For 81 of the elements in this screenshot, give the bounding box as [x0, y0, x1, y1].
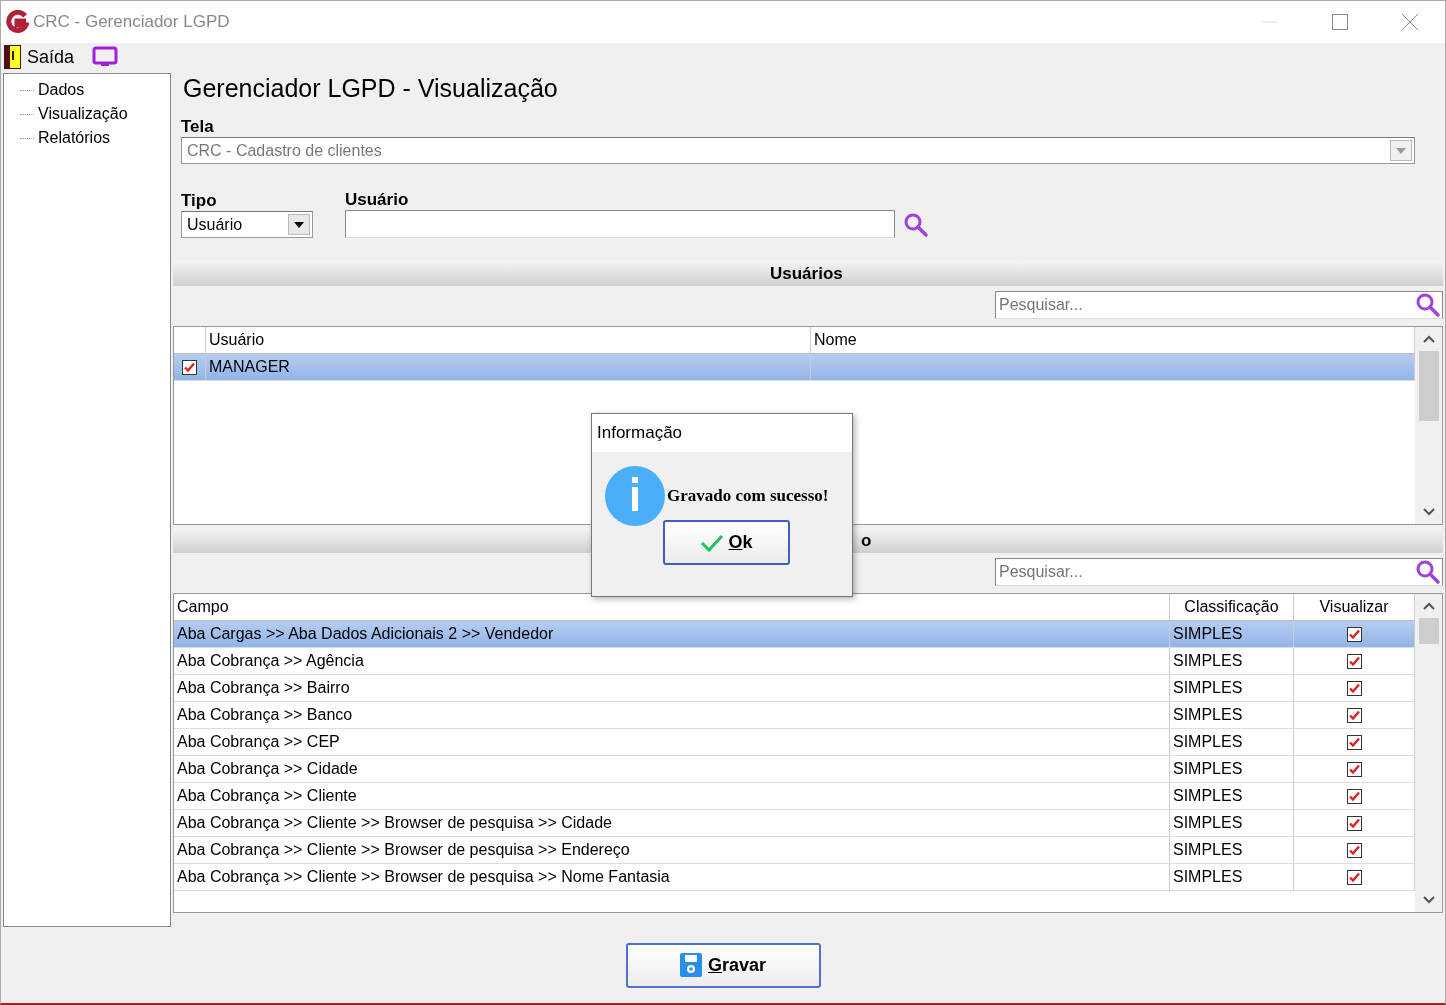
dialog-title: Informação	[592, 414, 852, 452]
field-label: Usuário	[345, 190, 410, 210]
search-field[interactable]: Pesquisar...	[995, 291, 1443, 319]
table-cell: SIMPLES	[1170, 675, 1294, 701]
table-row[interactable]: Aba Cobrança >> CEP SIMPLES	[174, 729, 1415, 756]
checkbox[interactable]	[1346, 707, 1362, 723]
checkbox[interactable]	[1346, 680, 1362, 696]
caret-icon	[1396, 147, 1406, 154]
search-field[interactable]: Pesquisar...	[995, 558, 1443, 586]
checkbox[interactable]	[1346, 734, 1362, 750]
checkbox[interactable]	[1346, 761, 1362, 777]
scroll-down-icon[interactable]	[1422, 508, 1435, 516]
dialog-message: Gravado com sucesso!	[667, 485, 829, 508]
checkbox[interactable]	[1346, 842, 1362, 858]
table-cell: Aba Cobrança >> Cliente >> Browser de pesquisa >> Cidade	[174, 810, 1170, 836]
checkbox[interactable]	[1346, 653, 1362, 669]
page-heading: Gerenciador LGPD - Visualização	[183, 73, 559, 103]
ok-button[interactable]: Ok	[663, 520, 790, 565]
table-row[interactable]: Aba Cobrança >> Agência SIMPLES	[174, 648, 1415, 675]
table-row[interactable]: Aba Cobrança >> Cliente SIMPLES	[174, 783, 1415, 810]
table-cell: Aba Cobrança >> Bairro	[174, 675, 1170, 701]
table-cell: SIMPLES	[1170, 729, 1294, 755]
tree-item[interactable]: Visualização	[20, 102, 128, 126]
close-icon[interactable]	[1402, 14, 1418, 30]
input-field[interactable]	[345, 210, 895, 238]
checkmark-icon	[700, 533, 725, 552]
table-cell: SIMPLES	[1170, 702, 1294, 728]
table-row[interactable]: Aba Cobrança >> Cliente >> Browser de pesquisa >> Cidade SIMPLES	[174, 810, 1415, 837]
table-cell: Aba Cobrança >> Agência	[174, 648, 1170, 674]
caret-icon	[294, 221, 304, 228]
table-row[interactable]: Aba Cobrança >> Cliente >> Browser de pesquisa >> Endereço SIMPLES	[174, 837, 1415, 864]
monitor-icon[interactable]	[92, 46, 119, 68]
field-label: Tipo	[181, 191, 218, 211]
table-cell: Aba Cargas >> Aba Dados Adicionais 2 >> Vendedor	[174, 621, 1170, 647]
scroll-down-icon[interactable]	[1422, 896, 1435, 904]
table-cell: SIMPLES	[1170, 621, 1294, 647]
section-title: o	[861, 529, 872, 552]
table-cell: SIMPLES	[1170, 648, 1294, 674]
exit-menu-item[interactable]: Saída	[4, 43, 75, 71]
maximize-icon[interactable]	[1332, 14, 1348, 30]
table-cell: SIMPLES	[1170, 864, 1294, 890]
dropdown[interactable]: Usuário	[181, 211, 313, 238]
table-cell: Aba Cobrança >> CEP	[174, 729, 1170, 755]
table-row[interactable]: Aba Cobrança >> Banco SIMPLES	[174, 702, 1415, 729]
scroll-up-icon[interactable]	[1422, 602, 1435, 610]
table-cell: SIMPLES	[1170, 837, 1294, 863]
tree-item[interactable]: Relatórios	[20, 126, 111, 150]
checkbox[interactable]	[1346, 869, 1362, 885]
column-header: Usuário	[206, 327, 811, 353]
window-title: CRC - Gerenciador LGPD	[33, 11, 230, 34]
table-row[interactable]: Aba Cobrança >> Cidade SIMPLES	[174, 756, 1415, 783]
info-icon	[605, 466, 665, 526]
app-logo-icon	[5, 10, 29, 34]
checkbox[interactable]	[1346, 626, 1362, 642]
scrollbar-thumb[interactable]	[1418, 351, 1439, 421]
dropdown[interactable]: CRC - Cadastro de clientes	[181, 137, 1415, 164]
table-cell: SIMPLES	[1170, 756, 1294, 782]
scrollbar-thumb[interactable]	[1418, 618, 1439, 644]
table-cell: Aba Cobrança >> Cidade	[174, 756, 1170, 782]
section-title: Usuários	[770, 262, 843, 285]
table-cell: SIMPLES	[1170, 810, 1294, 836]
table-row[interactable]: MANAGER	[174, 354, 1415, 381]
search-icon[interactable]	[903, 212, 929, 238]
checkbox[interactable]	[182, 359, 197, 375]
table-cell: Aba Cobrança >> Cliente >> Browser de pesquisa >> Nome Fantasia	[174, 864, 1170, 890]
table-cell: Aba Cobrança >> Cliente	[174, 783, 1170, 809]
field-label: Tela	[181, 117, 215, 137]
tree-item[interactable]: Dados	[20, 78, 85, 102]
checkbox[interactable]	[1346, 815, 1362, 831]
table-row[interactable]: Aba Cobrança >> Cliente >> Browser de pesquisa >> Nome Fantasia SIMPLES	[174, 864, 1415, 891]
table-cell: SIMPLES	[1170, 783, 1294, 809]
table-row[interactable]: Aba Cobrança >> Bairro SIMPLES	[174, 675, 1415, 702]
column-header: Classificação	[1170, 594, 1294, 620]
scroll-up-icon[interactable]	[1422, 335, 1435, 343]
table-cell: Aba Cobrança >> Banco	[174, 702, 1170, 728]
checkbox[interactable]	[1346, 788, 1362, 804]
door-icon	[4, 45, 21, 69]
table-cell: Aba Cobrança >> Cliente >> Browser de pesquisa >> Endereço	[174, 837, 1170, 863]
table-row[interactable]: Aba Cargas >> Aba Dados Adicionais 2 >> Vendedor SIMPLES	[174, 621, 1415, 648]
table-cell: MANAGER	[206, 354, 811, 380]
save-button[interactable]: Gravar	[625, 942, 821, 988]
